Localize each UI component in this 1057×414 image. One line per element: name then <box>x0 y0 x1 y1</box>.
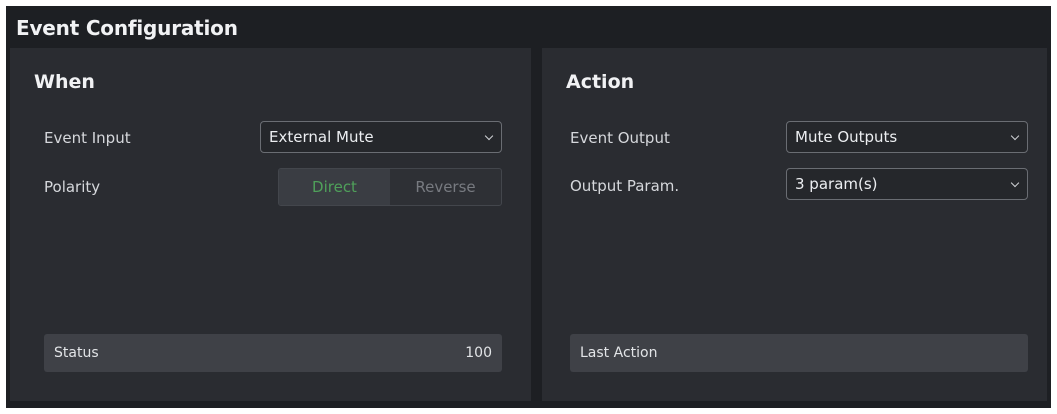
chevron-down-icon <box>1010 131 1020 141</box>
when-panel: When Event Input External Mute Polarity … <box>10 48 531 401</box>
event-output-label: Event Output <box>570 129 670 147</box>
status-value: 100 <box>465 345 492 361</box>
chevron-down-icon <box>484 131 494 141</box>
last-action-label: Last Action <box>580 345 658 361</box>
chevron-down-icon <box>1010 178 1020 188</box>
action-title: Action <box>566 71 635 93</box>
action-panel: Action Event Output Mute Outputs Output … <box>542 48 1047 401</box>
event-input-value: External Mute <box>269 128 374 146</box>
last-action-bar: Last Action <box>570 334 1028 372</box>
status-bar: Status 100 <box>44 334 502 372</box>
output-param-value: 3 param(s) <box>795 175 878 193</box>
event-input-select[interactable]: External Mute <box>260 121 502 153</box>
event-input-label: Event Input <box>44 129 131 147</box>
when-title: When <box>34 71 95 93</box>
window-title: Event Configuration <box>16 16 238 40</box>
polarity-label: Polarity <box>44 178 101 196</box>
output-param-select[interactable]: 3 param(s) <box>786 168 1028 200</box>
polarity-option-reverse[interactable]: Reverse <box>390 169 501 205</box>
event-configuration-window: Event Configuration When Event Input Ext… <box>6 6 1051 408</box>
polarity-option-direct[interactable]: Direct <box>279 169 390 205</box>
status-label: Status <box>54 345 99 361</box>
polarity-toggle[interactable]: Direct Reverse <box>278 168 502 206</box>
event-output-value: Mute Outputs <box>795 128 898 146</box>
output-param-label: Output Param. <box>570 177 680 195</box>
event-output-select[interactable]: Mute Outputs <box>786 121 1028 153</box>
